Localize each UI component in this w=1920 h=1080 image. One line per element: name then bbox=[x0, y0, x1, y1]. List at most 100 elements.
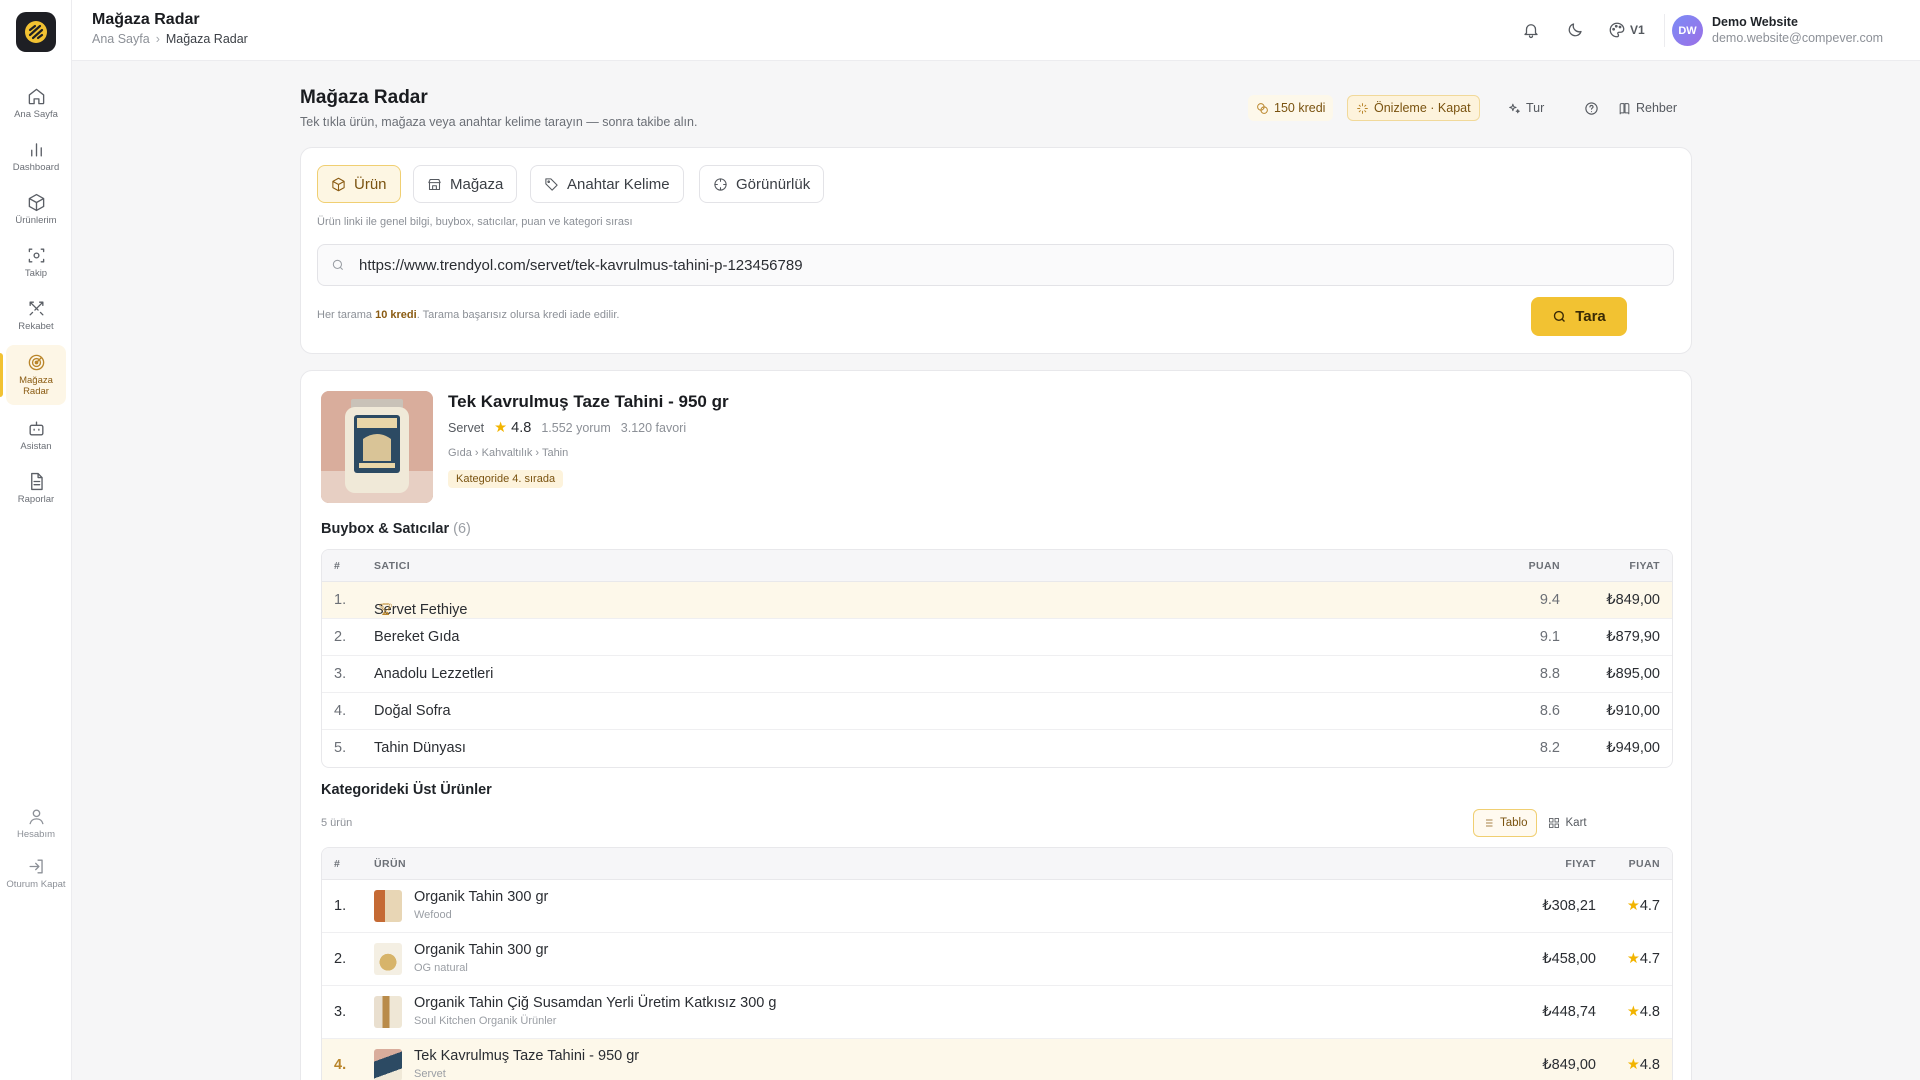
top-products-table: # ÜRÜN FIYAT PUAN 1. Organik Tahin 300 g… bbox=[321, 847, 1673, 1080]
sidebar-item-home[interactable]: Ana Sayfa bbox=[6, 78, 66, 128]
table-header: # SATICI PUAN FIYAT bbox=[322, 550, 1672, 582]
book-icon bbox=[1619, 102, 1630, 114]
view-table-button[interactable]: Tablo bbox=[1473, 809, 1537, 837]
tab-visibility[interactable]: Görünürlük bbox=[699, 165, 825, 203]
sidebar-item-label: Mağaza Radar bbox=[19, 375, 53, 397]
search-icon bbox=[1554, 310, 1566, 322]
breadcrumb-home[interactable]: Ana Sayfa bbox=[92, 32, 150, 46]
app-logo[interactable] bbox=[16, 12, 56, 52]
table-row[interactable]: 3. Organik Tahin Çiğ Susamdan Yerli Üret… bbox=[322, 986, 1672, 1039]
url-input[interactable] bbox=[359, 256, 1649, 274]
product-thumbnail bbox=[374, 890, 402, 922]
user-email: demo.website@compever.com bbox=[1712, 31, 1884, 45]
sidebar-item-dashboard[interactable]: Dashboard bbox=[6, 131, 66, 181]
seller-name: Tahin Dünyası bbox=[374, 740, 466, 756]
table-row[interactable]: 1. Servet Fethiye 🏆︎ 9.4 ₺849,00 bbox=[322, 582, 1672, 619]
seller-score: 9.4 bbox=[1539, 592, 1560, 608]
bot-icon bbox=[28, 420, 44, 436]
product-seller: Servet bbox=[414, 1068, 446, 1080]
sidebar-item-products[interactable]: Ürünlerim bbox=[6, 184, 66, 234]
product-title: Tek Kavrulmuş Taze Tahini - 950 gr bbox=[448, 392, 729, 411]
buybox-count: (6) bbox=[453, 521, 471, 537]
logout-icon bbox=[28, 858, 43, 874]
logo-icon bbox=[25, 21, 47, 43]
credit-badge[interactable]: 150 kredi bbox=[1248, 95, 1334, 121]
product-rating: ★4.8 bbox=[494, 420, 531, 436]
cost-suffix: . Tarama başarısız olursa kredi iade edi… bbox=[416, 309, 620, 321]
page-title: Mağaza Radar bbox=[300, 87, 428, 108]
seller-price: ₺879,90 bbox=[1606, 629, 1660, 645]
table-row[interactable]: 5. Tahin Dünyası 8.2 ₺949,00 bbox=[322, 730, 1672, 767]
table-row[interactable]: 4. Tek Kavrulmuş Taze Tahini - 950 gr Se… bbox=[322, 1039, 1672, 1080]
sidebar-item-label: Ana Sayfa bbox=[14, 108, 58, 120]
sidebar-item-assistant[interactable]: Asistan bbox=[6, 410, 66, 460]
store-icon bbox=[428, 178, 441, 190]
tab-product[interactable]: Ürün bbox=[317, 165, 401, 203]
bar-chart-icon bbox=[30, 142, 42, 157]
search-hint: Ürün linki ile genel bilgi, buybox, satı… bbox=[317, 216, 633, 228]
sidebar-item-competition[interactable]: Rekabet bbox=[6, 290, 66, 340]
sidebar-item-reports[interactable]: Raporlar bbox=[6, 463, 66, 513]
notifications-button[interactable] bbox=[1520, 19, 1542, 41]
product-rating: ★4.7 bbox=[1627, 898, 1660, 914]
star-icon: ★ bbox=[494, 420, 508, 436]
grid-icon bbox=[1548, 818, 1559, 828]
column-header-product[interactable]: ÜRÜN bbox=[374, 858, 406, 870]
sidebar-item-account[interactable]: Hesabım bbox=[6, 798, 66, 848]
breadcrumb-current: Mağaza Radar bbox=[165, 32, 248, 46]
row-index: 4. bbox=[334, 703, 347, 719]
url-search-field[interactable] bbox=[317, 244, 1674, 286]
sidebar-item-label: Takip bbox=[24, 267, 48, 279]
star-icon: ★ bbox=[1626, 1004, 1640, 1020]
row-index: 1. bbox=[334, 592, 347, 608]
sidebar-item-label: Ürünlerim bbox=[15, 214, 57, 226]
column-header-seller[interactable]: SATICI bbox=[374, 560, 410, 572]
sidebar-item-label: Oturum Kapat bbox=[6, 878, 66, 890]
help-button[interactable] bbox=[1576, 95, 1607, 121]
column-header-rating[interactable]: PUAN bbox=[1629, 858, 1660, 870]
table-row[interactable]: 3. Anadolu Lezzetleri 8.8 ₺895,00 bbox=[322, 656, 1672, 693]
table-row[interactable]: 2. Organik Tahin 300 gr OG natural ₺458,… bbox=[322, 933, 1672, 986]
preview-close-button[interactable]: Önizleme · Kapat bbox=[1347, 95, 1480, 121]
guide-button[interactable]: Rehber bbox=[1610, 95, 1685, 121]
tab-store[interactable]: Mağaza bbox=[413, 165, 518, 203]
tour-button[interactable]: Tur bbox=[1500, 95, 1552, 121]
column-header-price[interactable]: FIYAT bbox=[1629, 560, 1660, 572]
table-row[interactable]: 1. Organik Tahin 300 gr Wefood ₺308,21 ★… bbox=[322, 880, 1672, 933]
product-thumbnail bbox=[374, 996, 402, 1028]
seller-score: 9.1 bbox=[1539, 629, 1560, 645]
avatar[interactable]: DW bbox=[1672, 15, 1703, 46]
sidebar-item-logout[interactable]: Oturum Kapat bbox=[6, 848, 66, 898]
product-brand[interactable]: Servet bbox=[448, 421, 484, 435]
product-thumbnail bbox=[374, 943, 402, 975]
palette-button[interactable] bbox=[1608, 19, 1626, 41]
view-card-button[interactable]: Kart bbox=[1539, 809, 1596, 837]
table-row[interactable]: 2. Bereket Gıda 9.1 ₺879,90 bbox=[322, 619, 1672, 656]
seller-name: Bereket Gıda bbox=[374, 629, 460, 645]
column-header-price[interactable]: FIYAT bbox=[1565, 858, 1596, 870]
scan-button[interactable]: Tara bbox=[1531, 297, 1627, 336]
row-index: 3. bbox=[334, 666, 347, 682]
tab-keyword[interactable]: Anahtar Kelime bbox=[530, 165, 684, 203]
cost-note: Her tarama 10 kredi. Tarama başarısız ol… bbox=[317, 309, 619, 321]
product-seller: Wefood bbox=[414, 909, 452, 921]
star-icon: ★ bbox=[1626, 1057, 1640, 1073]
top-products-title: Kategorideki Üst Ürünler bbox=[321, 782, 492, 798]
column-header-score[interactable]: PUAN bbox=[1529, 560, 1560, 572]
view-table-label: Tablo bbox=[1500, 817, 1528, 829]
row-index: 1. bbox=[334, 898, 347, 914]
sidebar-item-label: Asistan bbox=[20, 440, 52, 452]
sidebar-item-store-radar[interactable]: Mağaza Radar bbox=[6, 345, 66, 405]
view-card-label: Kart bbox=[1565, 817, 1587, 829]
product-price: ₺458,00 bbox=[1542, 951, 1596, 967]
product-meta: Servet ★ 4.8 1.552 yorum 3.120 favori bbox=[448, 420, 686, 436]
theme-toggle-button[interactable] bbox=[1564, 19, 1586, 41]
user-name: Demo Website bbox=[1712, 15, 1798, 29]
theme-version-label: V1 bbox=[1630, 23, 1645, 37]
table-header: # ÜRÜN FIYAT PUAN bbox=[322, 848, 1672, 880]
sidebar-item-tracking[interactable]: Takip bbox=[6, 237, 66, 287]
product-rating-value: 4.8 bbox=[1639, 1057, 1660, 1073]
table-row[interactable]: 4. Doğal Sofra 8.6 ₺910,00 bbox=[322, 693, 1672, 730]
active-indicator bbox=[0, 353, 3, 397]
search-icon bbox=[332, 259, 344, 271]
